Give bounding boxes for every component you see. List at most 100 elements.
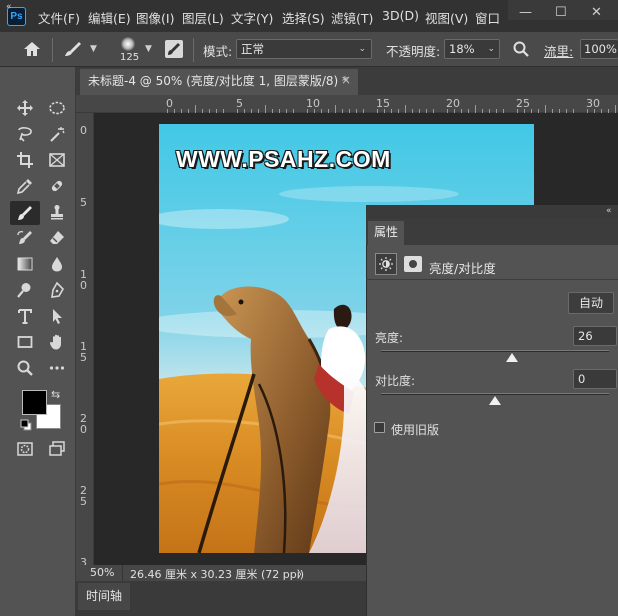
brush-preset-icon[interactable]: [63, 40, 85, 61]
collapse-panel-icon[interactable]: «: [606, 206, 612, 216]
lasso-tool-icon[interactable]: [12, 123, 38, 145]
frame-tool-icon[interactable]: [44, 149, 70, 171]
hand-tool-icon[interactable]: [44, 331, 70, 353]
brush-size-value: 125: [120, 52, 140, 63]
contrast-slider-thumb[interactable]: [489, 396, 501, 405]
menu-select[interactable]: 选择(S): [282, 8, 325, 27]
zoom-tool-icon[interactable]: [12, 357, 38, 379]
separator: [122, 565, 123, 581]
menu-3d[interactable]: 3D(D): [382, 8, 419, 23]
ruler-tick-label: 30: [586, 97, 600, 110]
ruler-tick-label: 20: [446, 97, 460, 110]
layer-mask-icon[interactable]: [404, 256, 422, 272]
brightness-slider-thumb[interactable]: [506, 353, 519, 362]
ruler-tick-mark: [475, 105, 476, 113]
ellipse-marquee-tool-icon[interactable]: [44, 97, 70, 119]
blur-tool-icon[interactable]: [44, 253, 70, 275]
more-tools-icon[interactable]: [44, 357, 70, 379]
quick-mask-icon[interactable]: [12, 438, 38, 460]
path-selection-tool-icon[interactable]: [44, 305, 70, 327]
minimize-icon[interactable]: —: [519, 5, 532, 20]
chevron-down-icon: ⌄: [358, 44, 366, 54]
ruler-tick-label: 10: [306, 97, 320, 110]
menu-layer[interactable]: 图层(L): [182, 8, 224, 27]
rectangle-tool-icon[interactable]: [12, 331, 38, 353]
pen-tool-icon[interactable]: [44, 279, 70, 301]
ruler-tick-label: 1 5: [80, 340, 87, 364]
ruler-tick-label: 5: [80, 196, 87, 209]
auto-button[interactable]: 自动: [568, 292, 614, 314]
ruler-tick-label: 15: [376, 97, 390, 110]
document-tab[interactable]: 未标题-4 @ 50% (亮度/对比度 1, 图层蒙版/8) *: [80, 69, 358, 95]
menu-image[interactable]: 图像(I): [136, 8, 174, 27]
gradient-tool-icon[interactable]: [12, 253, 38, 275]
brightness-slider-track[interactable]: [381, 350, 609, 352]
menu-window[interactable]: 窗口: [475, 8, 500, 27]
contrast-label: 对比度:: [375, 374, 416, 388]
flow-field[interactable]: 100%: [580, 39, 618, 59]
use-legacy-label: 使用旧版: [391, 423, 440, 437]
mode-select[interactable]: 正常 ⌄: [236, 39, 372, 59]
brush-tool-icon[interactable]: [10, 201, 40, 225]
ruler-tick-mark: [265, 105, 266, 113]
dodge-tool-icon[interactable]: [12, 279, 38, 301]
mode-label: 模式:: [203, 44, 233, 59]
pressure-opacity-icon[interactable]: [512, 40, 530, 61]
magic-wand-tool-icon[interactable]: [44, 123, 70, 145]
clone-stamp-tool-icon[interactable]: [44, 201, 70, 223]
separator: [193, 38, 194, 62]
screen-mode-icon[interactable]: [44, 438, 70, 460]
brightness-input[interactable]: 26: [573, 326, 617, 346]
chevron-down-icon: ⌄: [487, 44, 495, 54]
adjustment-title: 亮度/对比度: [429, 261, 496, 276]
move-tool-icon[interactable]: [12, 97, 38, 119]
ruler-tick-mark: [405, 105, 406, 113]
tab-timeline[interactable]: 时间轴: [78, 583, 130, 610]
brush-size-chevron-down-icon[interactable]: ▼: [145, 44, 152, 54]
menu-view[interactable]: 视图(V): [425, 8, 468, 27]
separator: [52, 38, 53, 62]
ruler-tick-label: 25: [516, 97, 530, 110]
ruler-tick-label: 3: [80, 556, 87, 565]
menu-edit[interactable]: 编辑(E): [88, 8, 131, 27]
crop-tool-icon[interactable]: [12, 149, 38, 171]
ruler-tick-mark: [615, 105, 616, 113]
home-icon[interactable]: [22, 40, 42, 61]
ruler-tick-mark: [545, 105, 546, 113]
horizontal-ruler-ticks: 0 5 10 15 20 25 30: [76, 95, 618, 113]
history-brush-tool-icon[interactable]: [12, 227, 38, 249]
opacity-label: 不透明度:: [386, 44, 441, 59]
menu-type[interactable]: 文字(Y): [231, 8, 273, 27]
maximize-icon[interactable]: ☐: [555, 5, 567, 20]
brush-size-picker[interactable]: 125: [111, 36, 145, 66]
contrast-input[interactable]: 0: [573, 369, 617, 389]
use-legacy-checkbox[interactable]: [374, 422, 385, 433]
eraser-tool-icon[interactable]: [44, 227, 70, 249]
close-tab-icon[interactable]: ×: [341, 73, 351, 87]
healing-brush-tool-icon[interactable]: [44, 175, 70, 197]
menu-file[interactable]: 文件(F): [38, 8, 80, 27]
opacity-value: 18%: [449, 42, 475, 56]
eyedropper-tool-icon[interactable]: [12, 175, 38, 197]
type-tool-icon[interactable]: [12, 305, 38, 327]
foreground-color-swatch[interactable]: [22, 390, 47, 415]
contrast-slider-track[interactable]: [381, 393, 609, 395]
flow-value: 100%: [584, 42, 617, 56]
ruler-tick-label: 1 0: [80, 268, 87, 292]
close-window-icon[interactable]: ✕: [591, 5, 602, 20]
status-menu-icon[interactable]: 〉: [297, 566, 307, 581]
opacity-field[interactable]: 18% ⌄: [444, 39, 500, 59]
collapse-panel-icon[interactable]: «: [6, 2, 12, 12]
swap-colors-icon[interactable]: ⇆: [51, 388, 60, 401]
tab-properties[interactable]: 属性: [368, 221, 404, 245]
ruler-tick-label: 2 5: [80, 484, 87, 508]
default-colors-icon[interactable]: [20, 419, 32, 434]
brightness-contrast-icon[interactable]: [375, 253, 397, 275]
mode-value: 正常: [241, 42, 264, 56]
brush-settings-icon[interactable]: [165, 40, 183, 58]
menu-filter[interactable]: 滤镜(T): [331, 8, 373, 27]
brush-preset-chevron-down-icon[interactable]: ▼: [90, 44, 97, 54]
brightness-label: 亮度:: [375, 331, 404, 345]
vertical-ruler-ticks: 0 5 1 0 1 5 2 0 2 5 3: [76, 113, 94, 565]
zoom-level[interactable]: 50%: [90, 566, 114, 579]
